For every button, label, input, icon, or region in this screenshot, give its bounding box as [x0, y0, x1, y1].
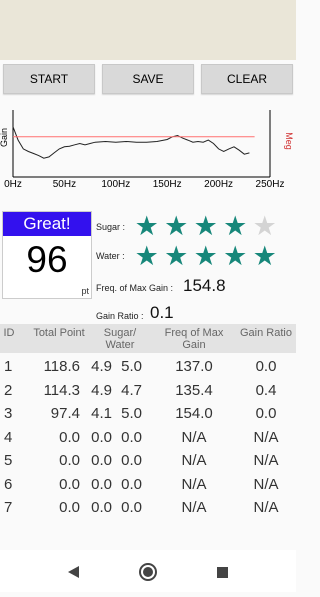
star-icon: ★ [193, 241, 218, 271]
sugar-value: 0.0 [91, 428, 112, 446]
home-icon[interactable] [139, 563, 157, 581]
freq-value: 135.4 [175, 381, 213, 399]
row-id: 6 [4, 475, 13, 493]
sugar-value: 4.9 [91, 381, 112, 399]
star-icon: ★ [164, 241, 189, 271]
table-row[interactable]: 5 0.0 0.0 0.0 N/A N/A [0, 449, 296, 473]
star-icon: ★ [164, 211, 189, 241]
col-total-point: Total Point [33, 327, 85, 339]
freq-value: 154.8 [183, 276, 226, 295]
gain-ratio-value: 0.4 [255, 381, 277, 399]
total-point: 0.0 [59, 452, 80, 469]
star-icon: ★ [134, 211, 159, 241]
table-row[interactable]: 3 97.4 4.1 5.0 154.0 0.0 [0, 402, 296, 426]
table-row[interactable]: 1 118.6 4.9 5.0 137.0 0.0 [0, 355, 296, 379]
water-value: 0.0 [121, 452, 142, 469]
score-unit: pt [81, 286, 89, 296]
gain-ratio-value: N/A [253, 499, 279, 516]
table-row[interactable]: 4 0.0 0.0 0.0 N/A N/A [0, 426, 296, 450]
water-rating: ★ ★ ★ ★ ★ [132, 241, 280, 271]
water-value: 5.0 [121, 358, 142, 375]
star-icon: ★ [193, 211, 218, 241]
col-freq: Freq of Max Gain [164, 327, 224, 351]
gain-ratio-value: N/A [253, 428, 279, 446]
water-value: 0.0 [121, 475, 142, 493]
clear-button[interactable]: CLEAR [201, 64, 293, 94]
y-axis-right-label: Meg [284, 132, 294, 150]
water-value: 5.0 [121, 405, 142, 422]
total-point: 0.0 [59, 475, 80, 493]
row-id: 5 [4, 452, 13, 469]
score-value: 96 [26, 239, 68, 280]
gain-ratio-value: N/A [253, 475, 279, 493]
sugar-label: Sugar : [96, 222, 126, 232]
table-row[interactable]: 2 114.3 4.9 4.7 135.4 0.4 [0, 379, 296, 403]
save-button[interactable]: SAVE [102, 64, 194, 94]
water-value: 4.7 [121, 381, 142, 399]
x-tick-label: 100Hz [101, 179, 130, 190]
star-icon: ★ [252, 241, 277, 271]
row-id: 1 [4, 358, 13, 375]
total-point: 0.0 [59, 428, 80, 446]
x-tick-label: 200Hz [204, 179, 233, 190]
row-id: 7 [4, 499, 13, 516]
back-icon[interactable] [68, 566, 79, 578]
table-header: ID Total Point Sugar/ Water Freq of Max … [0, 324, 296, 353]
recents-icon[interactable] [217, 567, 228, 578]
gain-ratio-value: N/A [253, 452, 279, 469]
freq-value: N/A [181, 452, 207, 469]
row-id: 4 [4, 428, 13, 446]
sugar-value: 0.0 [91, 499, 112, 516]
sugar-rating: ★ ★ ★ ★ ★ [132, 211, 280, 241]
gain-chart: Gain Meg 0Hz 50Hz 100Hz 150Hz 200Hz 250Hz [0, 110, 294, 190]
freq-label: Freq. of Max Gain : [96, 283, 174, 293]
freq-value: N/A [181, 428, 207, 446]
freq-value: 154.0 [175, 405, 213, 422]
navigation-bar [0, 550, 296, 592]
sugar-value: 0.0 [91, 475, 112, 493]
ratio-label: Gain Ratio : [96, 311, 144, 321]
col-id: ID [3, 327, 15, 339]
water-label: Water : [96, 251, 125, 261]
x-tick-label: 150Hz [153, 179, 182, 190]
star-icon: ★ [223, 241, 248, 271]
col-sugar-water: Sugar/ Water [103, 327, 137, 351]
total-point: 118.6 [43, 358, 80, 375]
freq-value: N/A [181, 499, 207, 516]
col-gain-ratio: Gain Ratio [240, 327, 292, 339]
sugar-value: 4.9 [91, 358, 112, 375]
sugar-value: 0.0 [91, 452, 112, 469]
total-point: 0.0 [59, 499, 80, 516]
star-icon: ★ [134, 241, 159, 271]
gain-line [12, 126, 250, 159]
star-icon: ★ [252, 211, 277, 241]
total-point: 114.3 [43, 381, 80, 399]
water-value: 0.0 [121, 499, 142, 516]
sugar-value: 4.1 [91, 405, 112, 422]
x-tick-label: 0Hz [4, 179, 22, 190]
row-id: 3 [4, 405, 13, 422]
star-icon: ★ [223, 211, 248, 241]
result-card: Great! 96 pt [2, 211, 92, 299]
row-id: 2 [4, 381, 13, 399]
table-row[interactable]: 6 0.0 0.0 0.0 N/A N/A [0, 473, 296, 497]
freq-value: 137.0 [175, 358, 213, 375]
start-button[interactable]: START [3, 64, 95, 94]
freq-value: N/A [181, 475, 207, 493]
y-axis-label: Gain [0, 128, 9, 147]
ratio-value: 0.1 [150, 303, 174, 322]
rating-badge: Great! [3, 212, 91, 236]
table-row[interactable]: 7 0.0 0.0 0.0 N/A N/A [0, 496, 296, 520]
water-value: 0.0 [121, 428, 142, 446]
gain-ratio-value: 0.0 [255, 358, 277, 375]
app-bar [0, 0, 296, 60]
total-point: 97.4 [50, 405, 80, 422]
gain-ratio-value: 0.0 [255, 405, 277, 422]
x-tick-label: 250Hz [256, 179, 285, 190]
x-tick-label: 50Hz [53, 179, 76, 190]
